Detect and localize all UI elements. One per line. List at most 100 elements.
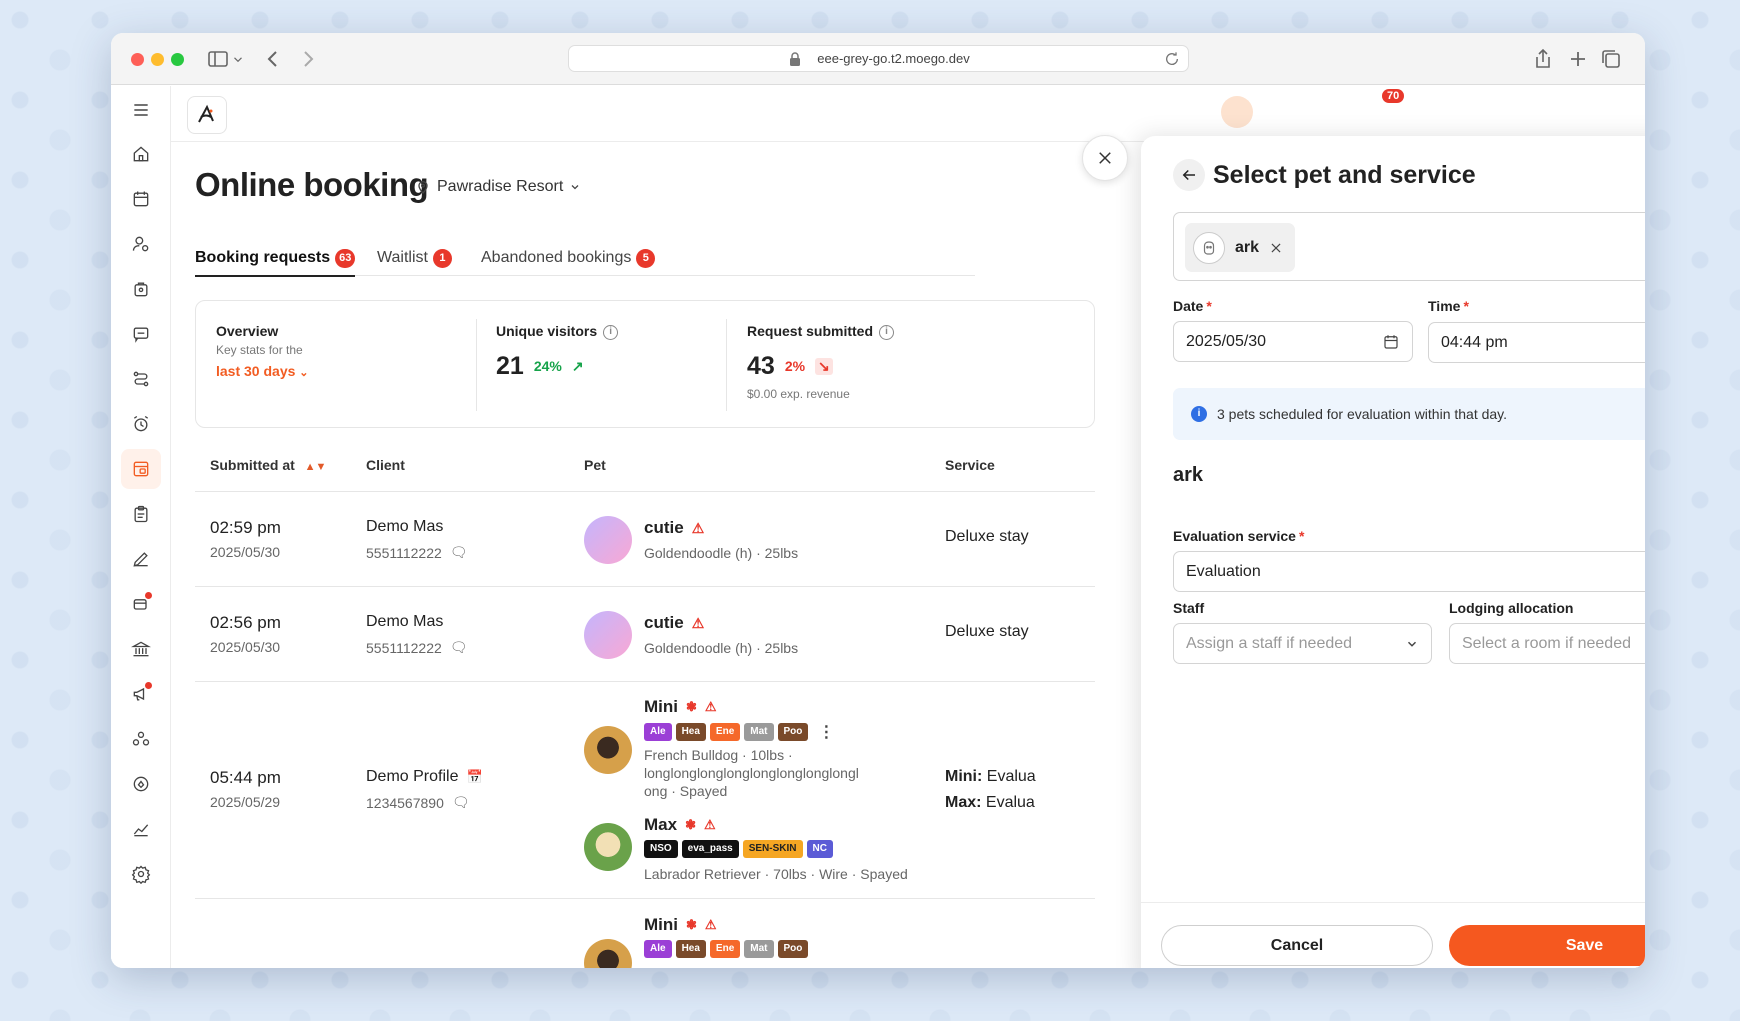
date-range-label: last 30 days — [216, 363, 296, 379]
url-text: eee-grey-go.t2.moego.dev — [817, 51, 970, 66]
service-line: Mini: Evalua — [945, 768, 1036, 785]
reports-icon[interactable] — [121, 809, 161, 849]
clients-icon[interactable] — [121, 224, 161, 264]
window-close-button[interactable] — [131, 53, 144, 66]
tab-overview-icon[interactable] — [1599, 47, 1623, 71]
save-button[interactable]: Save — [1449, 925, 1645, 966]
back-button[interactable] — [1173, 159, 1205, 191]
settings-icon[interactable] — [121, 854, 161, 894]
client-phone: 1234567890 🗨 — [366, 794, 470, 811]
message-icon[interactable] — [121, 314, 161, 354]
forward-arrow-icon[interactable] — [296, 47, 320, 71]
notification-dot — [145, 682, 152, 689]
payments-icon[interactable] — [121, 584, 161, 624]
table-row[interactable]: 02:56 pm 2025/05/30 Demo Mas 5551112222 🗨… — [195, 587, 1095, 682]
client-name[interactable]: Demo Mas — [366, 613, 443, 631]
clipboard-icon[interactable] — [121, 494, 161, 534]
date-range-dropdown[interactable]: last 30 days ⌄ — [216, 363, 309, 379]
chat-icon[interactable]: 🗨 — [452, 794, 470, 811]
pet-tag: Ene — [709, 940, 741, 958]
sidebar-toggle-icon[interactable] — [206, 47, 230, 71]
address-bar[interactable]: eee-grey-go.t2.moego.dev — [568, 45, 1189, 72]
table-row[interactable]: Mini ❃ ⚠ Ale Hea Ene Mat Poo — [195, 899, 1095, 968]
tab-label: Booking requests — [195, 249, 331, 266]
share-icon[interactable] — [1531, 47, 1555, 71]
submitted-date: 2025/05/30 — [210, 639, 281, 655]
time-label: Time * — [1428, 298, 1469, 314]
date-input[interactable]: 2025/05/30 — [1173, 321, 1413, 362]
pet-tag: Mat — [744, 940, 774, 958]
drawer-footer: Cancel Save — [1141, 902, 1645, 968]
alert-text: 3 pets scheduled for evaluation within t… — [1217, 406, 1508, 422]
requests-submitted-value: 43 — [747, 351, 775, 380]
membership-icon[interactable] — [121, 764, 161, 804]
online-booking-icon[interactable] — [121, 449, 161, 489]
window-minimize-button[interactable] — [151, 53, 164, 66]
unique-visitors-change: 24% — [533, 358, 562, 375]
evaluation-service-select[interactable]: Evaluation — [1173, 551, 1645, 592]
menu-icon[interactable] — [121, 90, 161, 130]
column-header-submitted[interactable]: Submitted at ▲▼ — [210, 457, 326, 473]
avatar[interactable] — [1221, 96, 1253, 128]
table-row[interactable]: 02:59 pm 2025/05/30 Demo Mas 5551112222 🗨… — [195, 492, 1095, 587]
calendar-check-icon: 📅 — [466, 769, 483, 784]
route-icon[interactable] — [121, 359, 161, 399]
megaphone-icon[interactable] — [121, 674, 161, 714]
client-phone: 5551112222 🗨 — [366, 639, 468, 656]
divider — [726, 319, 727, 411]
window-maximize-button[interactable] — [171, 53, 184, 66]
pet-tag: NSO — [644, 840, 678, 858]
tab-booking-requests[interactable]: Booking requests 63 — [195, 242, 356, 277]
pet-alert-icon: ⚠ — [691, 519, 705, 536]
unique-visitors-value: 21 — [496, 351, 524, 380]
time-input[interactable]: 04:44 pm — [1428, 322, 1645, 363]
tab-waitlist[interactable]: Waitlist 1 — [377, 242, 452, 274]
staff-select[interactable]: Assign a staff if needed — [1173, 623, 1432, 664]
column-header-client: Client — [366, 457, 405, 473]
more-options-icon[interactable]: ⋮ — [818, 722, 834, 742]
bank-icon[interactable] — [121, 629, 161, 669]
submitted-date: 2025/05/30 — [210, 544, 281, 560]
table-row[interactable]: 05:44 pm 2025/05/29 Demo Profile 📅 123456… — [195, 682, 1095, 899]
chat-icon[interactable]: 🗨 — [450, 639, 468, 656]
pet-meta: Goldendoodle (h) · 25lbs — [644, 640, 799, 656]
remove-pet-icon[interactable] — [1269, 241, 1283, 255]
chevron-down-icon[interactable] — [231, 47, 245, 71]
bag-icon[interactable] — [121, 269, 161, 309]
pet-chip: ark — [1185, 223, 1296, 272]
calendar-icon[interactable] — [1382, 333, 1400, 351]
sort-icon[interactable]: ▲▼ — [305, 461, 327, 473]
overview-stat: Overview Key stats for the last 30 days … — [216, 323, 309, 379]
location-name: Pawradise Resort — [437, 178, 564, 195]
pet-tag: SEN-SKIN — [742, 840, 803, 858]
alarm-icon[interactable] — [121, 404, 161, 444]
arrow-up-right-icon: ↗ — [571, 357, 584, 374]
cancel-button[interactable]: Cancel — [1161, 925, 1433, 966]
app-logo[interactable] — [187, 96, 227, 134]
lodging-select[interactable]: Select a room if needed — [1449, 623, 1645, 664]
calendar-icon[interactable] — [121, 179, 161, 219]
pet-alert-icon: ⚠ — [704, 917, 717, 932]
pet-avatar — [584, 823, 632, 871]
evaluation-service-label: Evaluation service * — [1173, 528, 1305, 544]
back-arrow-icon[interactable] — [261, 47, 285, 71]
info-icon[interactable]: i — [603, 324, 619, 340]
close-drawer-button[interactable] — [1082, 135, 1128, 181]
tab-abandoned-bookings[interactable]: Abandoned bookings 5 — [481, 242, 656, 274]
location-selector[interactable]: Pawradise Resort — [415, 178, 581, 196]
pet-alert-icon: ⚠ — [691, 614, 705, 631]
arrow-left-icon — [1182, 169, 1195, 181]
chat-icon[interactable]: 🗨 — [450, 544, 468, 561]
services-icon[interactable] — [121, 719, 161, 759]
new-tab-icon[interactable] — [1566, 47, 1590, 71]
client-name[interactable]: Demo Profile 📅 — [366, 768, 483, 786]
service-name: Deluxe stay — [945, 528, 1029, 545]
pet-tag: Hea — [675, 940, 706, 958]
client-name[interactable]: Demo Mas — [366, 518, 443, 536]
pet-multiselect[interactable]: ark — [1173, 212, 1645, 281]
column-header-service: Service — [945, 457, 995, 473]
info-icon[interactable]: i — [879, 324, 895, 340]
home-icon[interactable] — [121, 134, 161, 174]
reload-icon[interactable] — [1164, 51, 1180, 67]
pen-icon[interactable] — [121, 539, 161, 579]
